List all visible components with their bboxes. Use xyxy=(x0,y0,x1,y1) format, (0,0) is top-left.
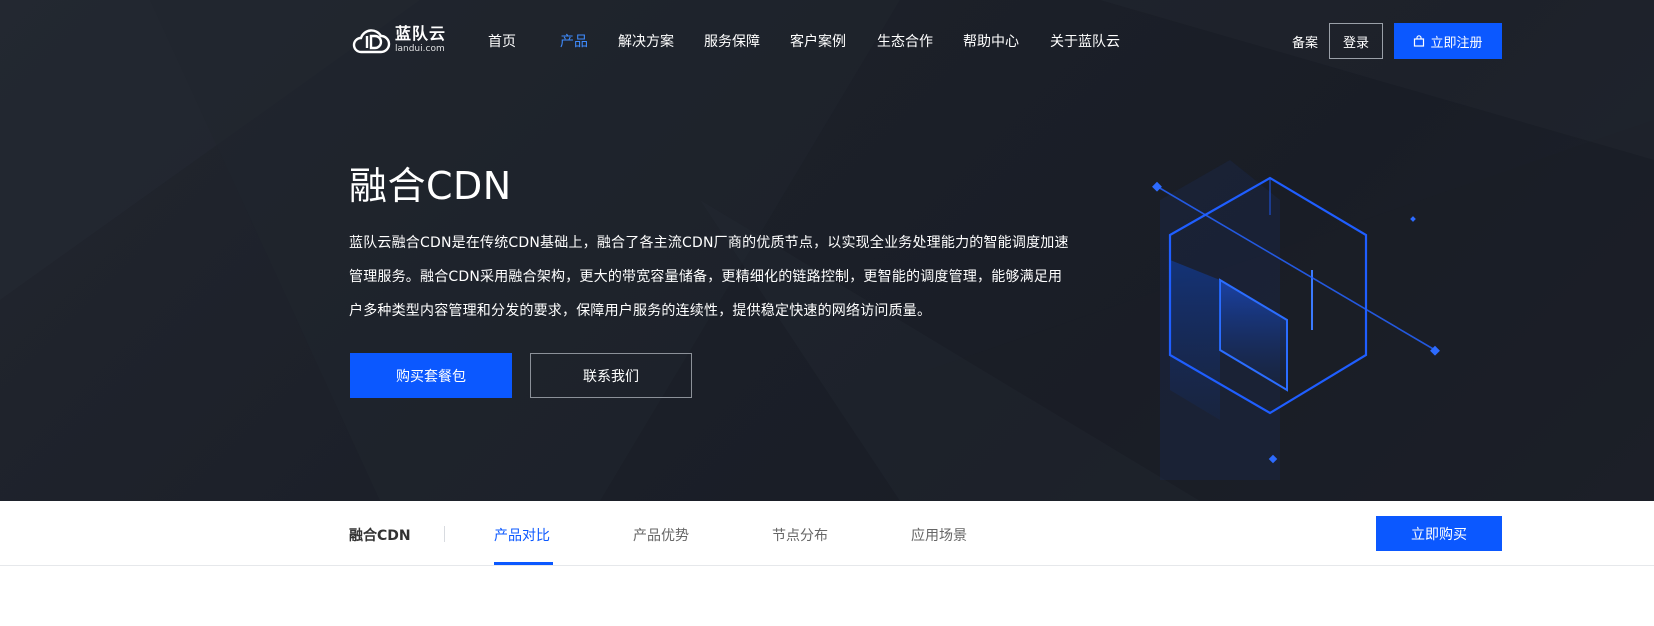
nav-item-products[interactable]: 产品 xyxy=(560,31,588,51)
nav-item-about[interactable]: 关于蓝队云 xyxy=(1050,31,1120,51)
buy-now-button[interactable]: 立即购买 xyxy=(1376,516,1502,551)
tab-node-distribution[interactable]: 节点分布 xyxy=(772,525,828,545)
tab-product-comparison[interactable]: 产品对比 xyxy=(494,525,550,545)
beian-link[interactable]: 备案 xyxy=(1292,32,1318,51)
hero-description: 蓝队云融合CDN是在传统CDN基础上，融合了各主流CDN厂商的优质节点，以实现全… xyxy=(349,235,1069,319)
shopping-bag-icon xyxy=(1414,35,1425,47)
logo-name: 蓝队云 xyxy=(395,24,447,43)
nav-item-solutions[interactable]: 解决方案 xyxy=(618,31,674,51)
nav-item-home[interactable]: 首页 xyxy=(488,31,516,51)
contact-us-button[interactable]: 联系我们 xyxy=(530,353,692,398)
active-tab-indicator xyxy=(494,562,553,565)
register-label: 立即注册 xyxy=(1430,35,1483,51)
nav-item-service[interactable]: 服务保障 xyxy=(704,31,760,51)
subnav-title: 融合CDN xyxy=(349,528,411,544)
login-button[interactable]: 登录 xyxy=(1329,23,1383,59)
logo-domain: landui.com xyxy=(395,44,445,54)
nav-item-help[interactable]: 帮助中心 xyxy=(963,31,1019,51)
nav-item-ecosystem[interactable]: 生态合作 xyxy=(877,31,933,51)
tab-product-advantages[interactable]: 产品优势 xyxy=(633,525,689,545)
top-navigation: 蓝队云 landui.com 首页 产品 解决方案 服务保障 客户案例 生态合作… xyxy=(0,0,1654,80)
brand-logo[interactable]: 蓝队云 landui.com xyxy=(349,24,449,56)
product-subnav: 融合CDN 产品对比 产品优势 节点分布 应用场景 立即购买 xyxy=(0,501,1654,566)
subnav-divider xyxy=(444,526,445,542)
nav-item-cases[interactable]: 客户案例 xyxy=(790,31,846,51)
tab-use-cases[interactable]: 应用场景 xyxy=(911,525,967,545)
cube-illustration xyxy=(1152,160,1440,480)
hero-banner: 蓝队云 landui.com 首页 产品 解决方案 服务保障 客户案例 生态合作… xyxy=(0,0,1654,501)
buy-package-button[interactable]: 购买套餐包 xyxy=(350,353,512,398)
cloud-logo-icon xyxy=(352,29,391,54)
page-title: 融合CDN xyxy=(349,164,512,208)
register-button[interactable]: 立即注册 xyxy=(1394,23,1502,59)
